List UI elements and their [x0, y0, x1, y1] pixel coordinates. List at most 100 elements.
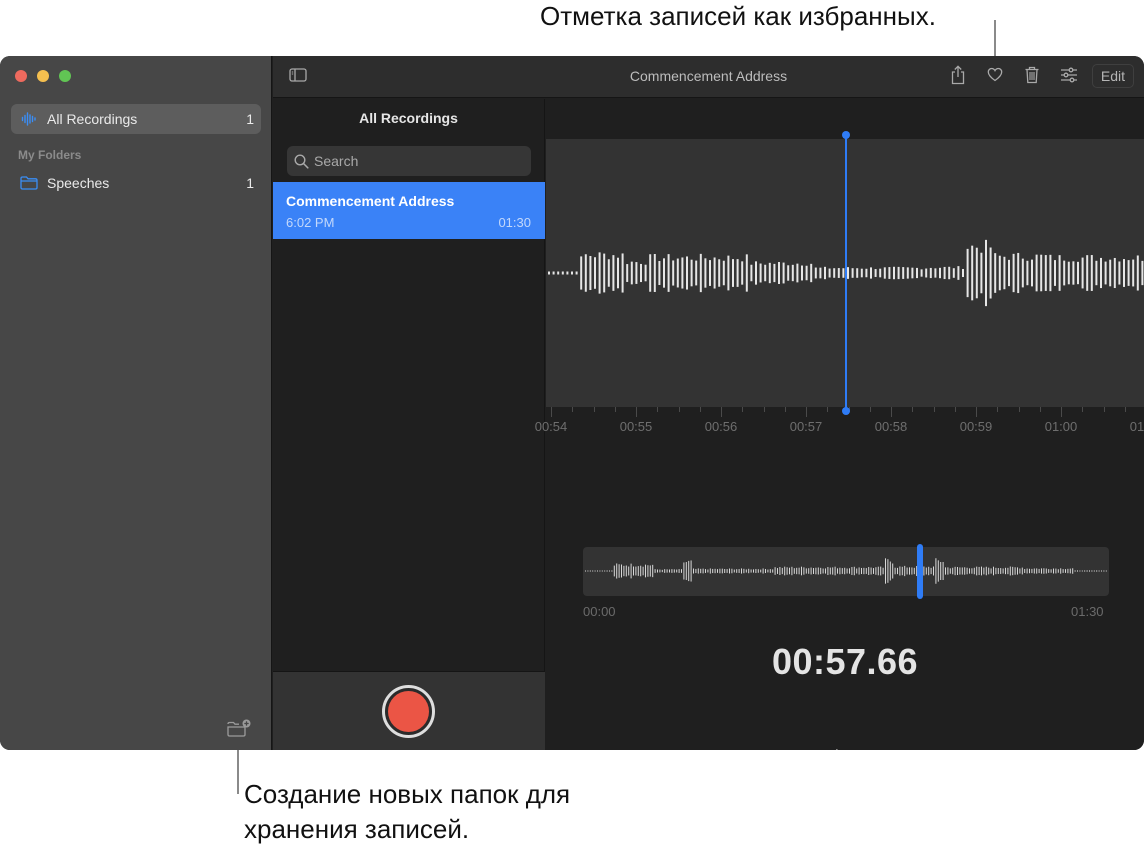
timeline-tick: [636, 407, 637, 417]
waveform-bar: [939, 267, 941, 279]
waveform-bar: [561, 271, 564, 275]
timeline-tick: [763, 407, 765, 412]
waveform-bar: [791, 264, 794, 282]
timeline-label: 00:54: [534, 419, 568, 434]
overview-bar: [705, 569, 706, 573]
recording-list-item[interactable]: Commencement Address 6:02 PM 01:30: [273, 182, 545, 239]
sidebar-item-count: 1: [246, 111, 254, 127]
waveform-bar: [796, 263, 799, 283]
overview-bar: [805, 568, 807, 574]
overview-bar: [973, 567, 975, 575]
waveform-bar: [1054, 260, 1056, 286]
waveform-bar: [814, 267, 817, 279]
overview-bar: [649, 565, 651, 577]
waveform-bar: [589, 255, 592, 291]
minimize-window-button[interactable]: [37, 70, 49, 82]
overview-bar: [940, 561, 942, 581]
overview-bar: [961, 567, 963, 575]
overview-bar: [1060, 568, 1062, 574]
overview-position-handle[interactable]: [916, 544, 923, 599]
share-button[interactable]: [946, 64, 970, 89]
search-field[interactable]: [287, 146, 531, 176]
overview-bar: [678, 569, 680, 573]
overview-bar: [820, 567, 822, 575]
edit-button[interactable]: Edit: [1091, 64, 1134, 88]
overview-bar: [913, 567, 915, 575]
zoom-window-button[interactable]: [59, 70, 71, 82]
sidebar-item-all-recordings[interactable]: All Recordings 1: [11, 104, 261, 134]
overview-bar: [825, 568, 826, 574]
overview-bar: [669, 569, 670, 573]
overview-bar: [885, 558, 886, 584]
overview-bar: [709, 568, 711, 574]
overview-bar: [889, 561, 891, 581]
overview-scrubber[interactable]: [583, 544, 1109, 599]
overview-bar: [875, 567, 877, 575]
sidebar-item-speeches[interactable]: Speeches 1: [11, 168, 261, 198]
overview-bar: [621, 564, 622, 578]
waveform-bar: [824, 266, 826, 280]
overview-waveform: [585, 558, 1107, 584]
overview-bar: [954, 566, 956, 576]
timeline-label: 00:59: [959, 419, 993, 434]
waveform-bar: [962, 268, 964, 278]
waveform-bar: [672, 260, 675, 286]
record-button[interactable]: [382, 685, 435, 738]
overview-bar: [611, 570, 613, 572]
overview-bar: [1098, 570, 1100, 572]
sidebar-item-label: All Recordings: [47, 111, 138, 127]
list-title: All Recordings: [359, 110, 458, 126]
overview-bar: [981, 566, 982, 576]
waveform-bar: [1008, 259, 1010, 287]
waveform-bar: [856, 268, 859, 278]
overview-bar: [693, 568, 694, 574]
overview-bar: [865, 568, 867, 574]
options-button[interactable]: [1057, 65, 1081, 89]
overview-bar: [741, 568, 742, 574]
overview-bar: [887, 559, 889, 583]
delete-button[interactable]: [1020, 65, 1044, 89]
overview-bar: [930, 567, 932, 575]
waveform-bar: [893, 266, 895, 280]
overview-bar: [757, 569, 759, 573]
favorite-button[interactable]: [983, 65, 1007, 89]
overview-bar: [755, 568, 757, 574]
waveform-bar: [916, 267, 918, 279]
overview-bar: [700, 568, 702, 574]
overview-bar: [861, 567, 862, 575]
overview-bar: [1077, 570, 1078, 572]
overview-bar: [856, 568, 858, 574]
overview-bar: [911, 567, 913, 575]
waveform-bar: [617, 257, 619, 289]
search-input[interactable]: [314, 153, 514, 169]
timeline-tick: [614, 407, 616, 412]
playhead[interactable]: [842, 131, 850, 415]
overview-bar: [803, 567, 805, 575]
overview-bar: [609, 570, 610, 572]
overview-start-time: 00:00: [583, 604, 616, 619]
overview-bar: [985, 566, 987, 576]
overview-bar: [822, 568, 824, 574]
overview-bar: [1074, 570, 1076, 572]
play-button[interactable]: [831, 747, 865, 750]
waveform-bar: [989, 247, 992, 299]
new-folder-button[interactable]: [226, 718, 252, 740]
overview-bar: [957, 566, 958, 576]
overview-bar: [733, 569, 735, 573]
waveform-bar: [552, 271, 555, 275]
overview-bar: [661, 569, 663, 573]
overview-bar: [1002, 568, 1004, 574]
recording-name: Commencement Address: [286, 193, 455, 209]
overview-bar: [721, 568, 723, 574]
waveform-bar: [943, 266, 946, 280]
timeline-tick: [954, 407, 956, 412]
close-window-button[interactable]: [15, 70, 27, 82]
window-title: Commencement Address: [629, 68, 788, 84]
waveform-bar: [985, 239, 987, 307]
waveform-bar: [1012, 253, 1015, 293]
waveform-bar: [998, 255, 1001, 291]
overview-bar: [1007, 567, 1009, 575]
overview-bar: [774, 567, 776, 575]
waveform-bar: [870, 267, 872, 279]
waveform-bar: [1141, 260, 1144, 286]
